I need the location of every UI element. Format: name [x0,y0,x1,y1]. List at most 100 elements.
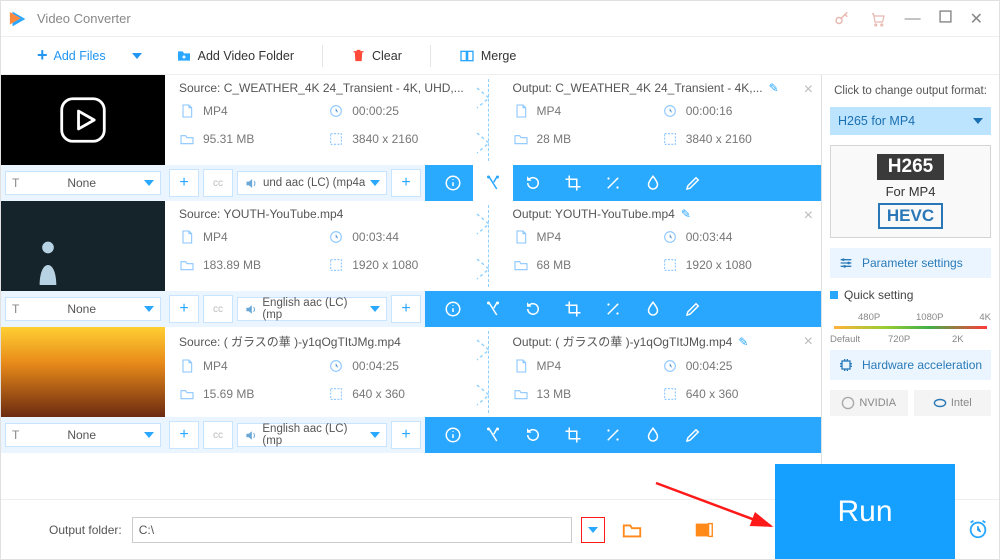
meta-item: 1920 x 1080 [328,257,477,273]
chevron-down-icon [588,527,598,533]
key-icon[interactable] [833,10,851,28]
watermark-tool[interactable] [633,291,673,327]
output-folder-field[interactable] [133,523,571,537]
meta-item: MP4 [179,103,328,119]
divider [322,45,323,67]
meta-item: 13 MB [513,386,662,402]
file-icon [179,103,195,119]
remove-file-button[interactable]: × [804,207,813,225]
hardware-acceleration-button[interactable]: Hardware acceleration [830,350,991,380]
quick-setting-header: Quick setting [830,288,991,302]
subtitle-select[interactable]: TNone [5,171,161,195]
crop-tool[interactable] [553,291,593,327]
edit-tool[interactable] [673,291,713,327]
info-tool[interactable] [433,291,473,327]
effects-tool[interactable] [593,165,633,201]
nvidia-button[interactable]: NVIDIA [830,390,908,416]
close-button[interactable]: ✕ [970,9,983,29]
output-meta: Output: YOUTH-YouTube.mp4✎ MP4 00:03:44 … [489,201,822,291]
rotate-tool[interactable] [513,165,553,201]
watermark-tool[interactable] [633,165,673,201]
scale-720p: 720P [888,334,910,345]
video-list-button[interactable] [693,519,715,541]
clock-icon [328,103,344,119]
info-tool[interactable] [433,417,473,453]
edit-tools [425,417,821,453]
chevron-down-icon [370,306,380,312]
scale-1080p: 1080P [916,312,943,323]
audio-box: + cc English aac (LC) (mp + [165,291,425,327]
parameter-settings-button[interactable]: Parameter settings [830,248,991,278]
crop-tool[interactable] [553,165,593,201]
add-subtitle-button[interactable]: + [169,169,199,197]
audio-track-select[interactable]: und aac (LC) (mp4a [237,171,387,195]
cart-icon[interactable] [869,10,887,28]
crop-tool[interactable] [553,417,593,453]
cc-button[interactable]: cc [203,421,233,449]
arrow-connector [475,75,503,165]
cc-button[interactable]: cc [203,169,233,197]
minimize-button[interactable]: — [905,10,921,28]
remove-file-button[interactable]: × [804,333,813,351]
output-folder-input[interactable] [132,517,572,543]
meta-item: 3840 x 2160 [328,131,477,147]
file-row: Source: C_WEATHER_4K 24_Transient - 4K, … [1,75,821,201]
merge-icon [459,48,475,64]
subtitle-select[interactable]: TNone [5,297,161,321]
maximize-button[interactable] [939,10,952,28]
merge-button[interactable]: Merge [453,44,522,68]
subtitle-select[interactable]: TNone [5,423,161,447]
audio-track-select[interactable]: English aac (LC) (mp [237,297,387,321]
format-card[interactable]: H265 For MP4 HEVC [830,145,991,238]
video-thumbnail[interactable] [1,201,165,291]
split-tool[interactable] [473,417,513,453]
open-folder-button[interactable] [621,519,643,541]
video-thumbnail[interactable] [1,327,165,417]
add-audio-button[interactable]: + [391,295,421,323]
folder-icon [513,131,529,147]
effects-tool[interactable] [593,417,633,453]
split-tool[interactable] [473,165,513,201]
rotate-tool[interactable] [513,291,553,327]
edit-tool[interactable] [673,165,713,201]
cc-button[interactable]: cc [203,295,233,323]
chevron-down-icon [144,306,154,312]
run-button[interactable]: Run [775,464,955,559]
output-format-selector[interactable]: H265 for MP4 [830,107,991,135]
watermark-tool[interactable] [633,417,673,453]
output-folder-dropdown[interactable] [581,517,605,543]
add-audio-button[interactable]: + [391,421,421,449]
effects-tool[interactable] [593,291,633,327]
edit-tool[interactable] [673,417,713,453]
scheduler-button[interactable] [967,518,989,540]
remove-file-button[interactable]: × [804,81,813,99]
source-label: Source: ( ガラスの華 )-y1qOgTItJMg.mp4 [179,333,478,350]
video-thumbnail[interactable] [1,75,165,165]
output-meta: Output: C_WEATHER_4K 24_Transient - 4K,.… [489,75,822,165]
add-files-label: Add Files [54,49,106,63]
chevron-down-icon [144,180,154,186]
info-tool[interactable] [433,165,473,201]
file-action-bar: TNone + cc English aac (LC) (mp + [1,417,821,453]
add-files-dropdown-icon[interactable] [132,53,142,59]
meta-item: 00:04:25 [328,358,477,374]
add-audio-button[interactable]: + [391,169,421,197]
quick-setting-slider[interactable]: Default 480P 720P 1080P 2K 4K [830,312,991,340]
edit-output-icon[interactable]: ✎ [769,81,779,95]
main-toolbar: + Add Files Add Video Folder Clear Merge [1,37,999,75]
rotate-tool[interactable] [513,417,553,453]
meta-item: MP4 [513,103,662,119]
nvidia-icon [841,396,855,410]
edit-output-icon[interactable]: ✎ [681,207,691,221]
edit-output-icon[interactable]: ✎ [738,335,748,349]
add-subtitle-button[interactable]: + [169,295,199,323]
scale-480p: 480P [858,312,880,323]
audio-track-select[interactable]: English aac (LC) (mp [237,423,387,447]
add-subtitle-button[interactable]: + [169,421,199,449]
add-folder-button[interactable]: Add Video Folder [170,44,300,68]
clear-button[interactable]: Clear [345,44,408,67]
file-icon [513,229,529,245]
intel-button[interactable]: Intel [914,390,992,416]
split-tool[interactable] [473,291,513,327]
add-files-button[interactable]: + Add Files [31,41,112,70]
